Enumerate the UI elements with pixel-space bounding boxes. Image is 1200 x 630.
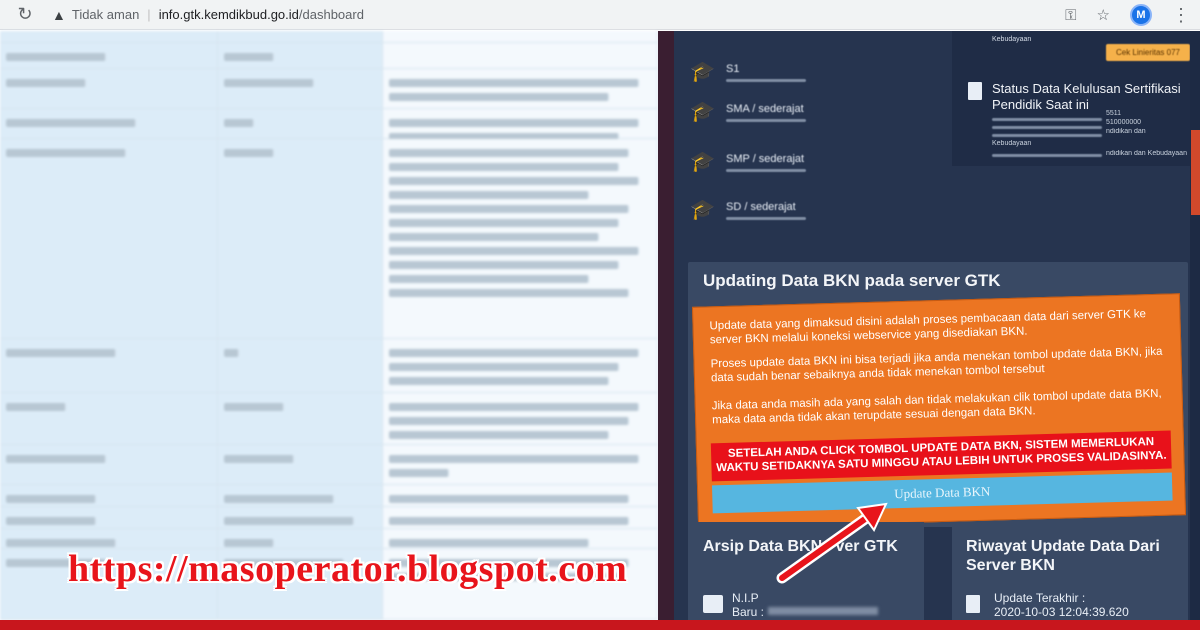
nip-text: N.I.P <box>732 591 759 605</box>
graduation-cap-icon: 🎓 <box>690 101 715 123</box>
table-row <box>0 393 658 445</box>
reload-icon[interactable]: ↻ <box>10 0 40 30</box>
graduation-cap-icon: 🎓 <box>690 199 715 221</box>
table-row <box>0 31 658 43</box>
table-row <box>0 485 658 507</box>
graduation-cap-icon: 🎓 <box>690 61 715 83</box>
star-icon[interactable]: ☆ <box>1097 6 1110 24</box>
kebudayaan-label: Kebudayaan <box>992 36 1032 43</box>
riwayat-title: Riwayat Update Data Dari Server BKN <box>966 538 1160 574</box>
education-item: 🎓 SMP / sederajat <box>690 136 922 188</box>
url-host: info.gtk.kemdikbud.go.id <box>158 7 299 22</box>
security-label: Tidak aman <box>71 7 140 22</box>
panel-divider <box>658 31 674 620</box>
table-row <box>0 507 658 529</box>
key-icon[interactable]: ⚿ <box>1065 7 1076 24</box>
table-row <box>0 339 658 393</box>
table-row <box>0 445 658 485</box>
address-bar[interactable]: ▲ Tidak aman | info.gtk.kemdikbud.go.id/… <box>52 3 1052 27</box>
update-timestamp: 2020-10-03 12:04:39.620 <box>994 605 1129 619</box>
update-info: Update Terakhir :2020-10-03 12:04:39.620 <box>994 591 1129 619</box>
sertifikasi-title: Status Data Kelulusan Sertifikasi Pendid… <box>992 81 1181 112</box>
table-row <box>0 109 658 141</box>
bkn-info-paragraph: Proses update data BKN ini bisa terjadi … <box>710 345 1163 385</box>
browser-toolbar: ↻ ▲ Tidak aman | info.gtk.kemdikbud.go.i… <box>0 0 1200 30</box>
url-text[interactable]: info.gtk.kemdikbud.go.id/dashboard <box>159 7 364 22</box>
scrollbar-thumb[interactable] <box>1191 130 1200 215</box>
bkn-info-paragraph: Jika data anda masih ada yang salah dan … <box>711 387 1162 427</box>
address-separator: | <box>147 7 151 22</box>
blurred-data-table <box>0 31 658 620</box>
profile-avatar-icon[interactable]: M <box>1130 4 1152 26</box>
url-path: /dashboard <box>298 7 364 22</box>
detail-fragment-3: ndidikan dan Kebudayaan <box>1106 150 1187 157</box>
baru-text: Baru : <box>732 605 765 619</box>
education-item: 🎓 SD / sederajat <box>690 184 922 236</box>
bkn-info-paragraph: Update data yang dimaksud disini adalah … <box>709 308 1147 347</box>
education-title: SMP / sederajat <box>726 152 805 165</box>
warning-triangle-icon[interactable]: ▲ <box>52 7 66 23</box>
table-row <box>0 139 658 339</box>
table-row <box>0 69 658 109</box>
education-title: SMA / sederajat <box>726 102 804 115</box>
table-row <box>0 43 658 69</box>
id-card-icon <box>703 595 723 613</box>
nip-label: N.I.P Baru : <box>732 591 764 619</box>
arrow-annotation-icon <box>776 502 888 584</box>
toolbar-actions: ⚿ ☆ M ⋮ <box>1065 0 1200 30</box>
education-title: S1 <box>726 62 740 75</box>
education-title: SD / sederajat <box>726 200 796 213</box>
bkn-update-title: Updating Data BKN pada server GTK <box>703 271 1001 290</box>
bottom-bar <box>0 620 1200 630</box>
detail-fragment-1: ndidikan dan <box>1106 128 1146 135</box>
nrg-fragment: 5511 <box>1106 110 1122 117</box>
update-label: Update Terakhir : <box>994 591 1086 605</box>
education-item: 🎓 SMA / sederajat <box>690 86 922 138</box>
nip-value-redacted <box>768 607 878 615</box>
document-icon <box>968 82 982 100</box>
cek-linieritas-button[interactable]: Cek Linieritas 077 <box>1106 44 1190 61</box>
amount-fragment: 510000000 <box>1106 119 1142 126</box>
table-row <box>0 529 658 549</box>
detail-fragment-2: Kebudayaan <box>992 140 1032 147</box>
kebab-menu-icon[interactable]: ⋮ <box>1172 6 1190 24</box>
graduation-cap-icon: 🎓 <box>690 151 715 173</box>
scrollbar-track[interactable] <box>1190 31 1200 620</box>
watermark-url: https://masoperator.blogspot.com <box>68 548 628 590</box>
book-icon <box>966 595 980 613</box>
